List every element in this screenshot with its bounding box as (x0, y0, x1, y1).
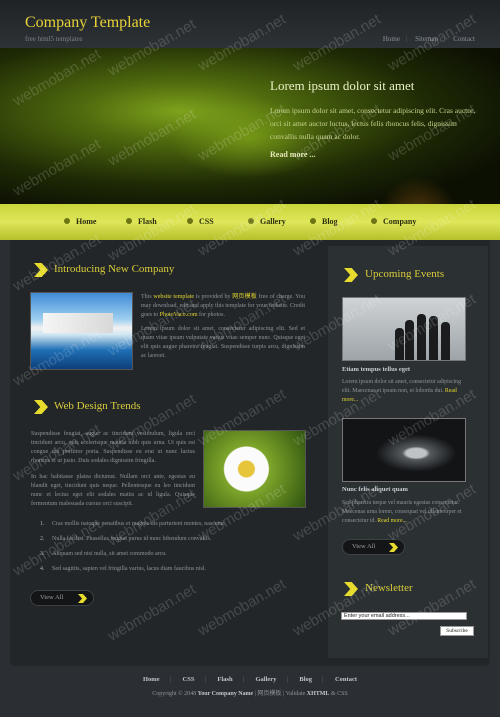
company-link[interactable]: Your Company Name (198, 691, 254, 697)
event-title-2[interactable]: Nunc felis aliquet quam (342, 486, 408, 493)
footer-nav: Home | CSS | Flash | Gallery | Blog | Contact (142, 676, 358, 683)
top-nav-home[interactable]: Home (383, 35, 400, 43)
photo-credit-link[interactable]: PhotoVaco.com (160, 312, 198, 318)
trends-list: 1. Cras mollis natoque penatibus et magni… (40, 521, 320, 581)
trends-view-all-button[interactable]: View All (30, 590, 94, 606)
header-bar: Company Template free html5 templates Ho… (0, 0, 500, 48)
newsletter-heading: Newsletter (365, 582, 413, 594)
site-logo[interactable]: Company Template (25, 14, 150, 32)
main-nav: Home Flash CSS Gallery Blog Company (0, 204, 500, 240)
nav-home[interactable]: Home (64, 217, 96, 226)
banner-flare (378, 176, 458, 206)
daisy-flower-image (203, 430, 306, 508)
copyright: Copyright © 2048 Your Company Name | 网页模… (152, 691, 348, 697)
xhtml-link[interactable]: XHTML (307, 691, 330, 697)
nav-gallery[interactable]: Gallery (248, 217, 286, 226)
list-item: 4. Sed sagittis, sapien vel fringilla var… (40, 566, 206, 572)
footer-nav-home[interactable]: Home (143, 676, 160, 683)
intro-paragraph-2: Lorem ipsum dolor sit amet, consectetur … (141, 326, 305, 359)
banner-title: Lorem ipsum dolor sit amet (270, 78, 415, 93)
footer-nav-blog[interactable]: Blog (299, 676, 312, 683)
footer-nav-contact[interactable]: Contact (335, 676, 357, 683)
footer-nav-gallery[interactable]: Gallery (256, 676, 277, 683)
metal-objects-image (342, 418, 466, 482)
list-item: 2. Nulla facilisi. Phasellus feugiat puru… (40, 536, 212, 542)
banner-text: Lorem ipsum dolor sit amet, consectetur … (270, 106, 476, 141)
banner-read-more[interactable]: Read more ... (270, 150, 315, 159)
intro-heading: Introducing New Company (54, 263, 175, 275)
template-link[interactable]: website template (153, 294, 194, 300)
bullet-icon (310, 218, 316, 224)
site-tagline: free html5 templates (25, 35, 83, 43)
top-nav: Home | Sitemap | Contact (382, 35, 475, 43)
trends-heading: Web Design Trends (54, 400, 141, 412)
intro-paragraph-1: This website template is provided by 网页模… (141, 294, 305, 318)
subscribe-button[interactable]: Subscribe (440, 626, 474, 636)
resort-pool-image (30, 292, 133, 370)
email-field[interactable]: Enter your email address... (341, 612, 467, 620)
people-silhouette-image (342, 297, 466, 361)
nav-company[interactable]: Company (371, 217, 416, 226)
event-read-more-2[interactable]: Read more... (377, 518, 407, 524)
footer-nav-flash[interactable]: Flash (217, 676, 232, 683)
top-nav-sitemap[interactable]: Sitemap (415, 35, 438, 43)
trends-paragraph-1: Suspendisse feugiat, augue ac tincidunt … (31, 431, 195, 464)
list-item: 3. Aliquam sed nisi nulla, sit amet commo… (40, 551, 167, 557)
arrow-icon (389, 543, 398, 552)
arrow-icon (78, 594, 87, 603)
trends-paragraph-2: In hac habitasse platea dictumst. Nullam… (31, 474, 195, 507)
nav-flash[interactable]: Flash (126, 217, 157, 226)
bullet-icon (187, 218, 193, 224)
nav-css[interactable]: CSS (187, 217, 214, 226)
top-nav-contact[interactable]: Contact (453, 35, 475, 43)
bullet-icon (64, 218, 70, 224)
bullet-icon (248, 218, 254, 224)
footer-nav-css[interactable]: CSS (183, 676, 195, 683)
site-link[interactable]: 网页模板 (232, 294, 257, 300)
event-text-2: Sed pharetra neque vel mauris egestas co… (342, 500, 462, 524)
event-title-1[interactable]: Etiam tempus tellus eget (342, 366, 410, 373)
bullet-icon (126, 218, 132, 224)
bullet-icon (371, 218, 377, 224)
events-view-all-button[interactable]: View All (342, 539, 405, 555)
nav-blog[interactable]: Blog (310, 217, 338, 226)
event-text-1: Lorem ipsum dolor sit amet, consectetur … (342, 379, 461, 403)
events-heading: Upcoming Events (365, 268, 445, 280)
list-item: 1. Cras mollis natoque penatibus et magni… (40, 521, 226, 527)
